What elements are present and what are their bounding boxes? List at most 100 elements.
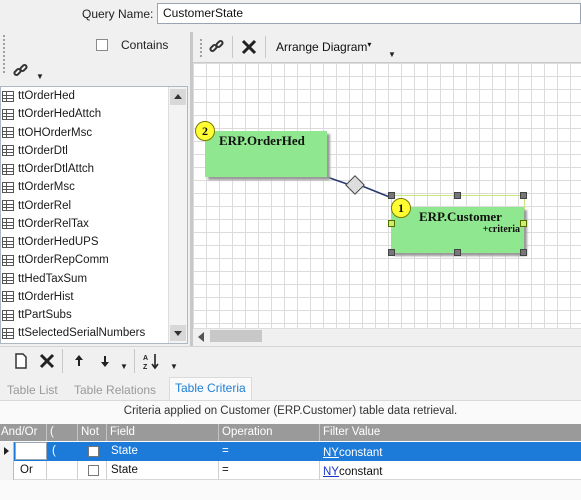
table-icon [2,273,14,285]
andor-cell[interactable] [15,442,47,460]
table-icon [2,181,14,193]
paren-cell[interactable]: ( [52,445,56,457]
resize-handle[interactable] [520,220,527,227]
tab-table-list[interactable]: Table List [7,383,58,397]
sort-icon[interactable]: AZ [142,352,166,371]
operation-cell[interactable]: = [222,464,229,476]
filter-value-link[interactable]: NY [323,466,339,478]
chevron-down-icon[interactable]: ▼ [120,362,128,371]
node-order-badge: 2 [195,121,215,141]
not-checkbox[interactable] [88,446,99,457]
resize-handle[interactable] [388,249,395,256]
chevron-down-icon[interactable]: ▼ [170,362,178,371]
table-icon [2,200,14,212]
filter-value-type: constant [338,447,383,459]
toolbar-separator [134,349,135,373]
not-checkbox[interactable] [88,465,99,476]
list-item[interactable]: ttOrderHedUPS [1,233,187,251]
list-item[interactable]: ttHedTaxSum [1,270,187,288]
move-down-icon[interactable] [96,352,114,370]
contains-checkbox[interactable] [96,39,108,51]
toolbar-separator [62,349,63,373]
resize-handle[interactable] [388,192,395,199]
current-row-icon [4,447,9,455]
table-icon [2,90,14,102]
table-icon [2,127,14,139]
table-icon [2,236,14,248]
column-header-andor[interactable]: And/Or [1,426,37,438]
toolbar-grip[interactable] [2,34,6,74]
list-item[interactable]: ttOrderRelTax [1,215,187,233]
toolbar-grip[interactable] [199,38,203,58]
move-up-icon[interactable] [70,352,88,370]
column-header-operation[interactable]: Operation [222,426,273,438]
close-icon[interactable] [240,38,258,56]
andor-cell[interactable]: Or [20,464,33,476]
column-separator [46,424,47,441]
arrange-diagram-button[interactable]: Arrange Diagram▾ [276,40,371,54]
chevron-down-icon[interactable]: ▼ [388,50,396,59]
list-item[interactable]: ttOrderRel [1,197,187,215]
field-cell[interactable]: State [111,464,138,476]
query-name-label: Query Name: [82,7,154,21]
list-item[interactable]: ttSelectedSerialNumbers [1,324,187,342]
toolbar-separator [265,36,266,58]
new-icon[interactable] [12,352,30,370]
resize-handle[interactable] [454,249,461,256]
scroll-left-button[interactable] [198,332,204,342]
resize-handle[interactable] [388,220,395,227]
list-item[interactable]: ttOHOrderMsc [1,124,187,142]
toolbar-separator [232,36,233,58]
scroll-thumb[interactable] [210,330,262,342]
list-item[interactable]: ttOrderDtl [1,142,187,160]
column-separator [77,424,78,441]
column-header-paren[interactable]: ( [50,426,54,438]
operation-cell[interactable]: = [222,445,229,457]
filter-value-cell[interactable]: NYconstant [323,466,382,478]
resize-handle[interactable] [520,249,527,256]
table-icon [2,218,14,230]
criteria-caption: Criteria applied on Customer (ERP.Custom… [123,405,458,417]
resize-handle[interactable] [520,192,527,199]
tab-table-criteria[interactable]: Table Criteria [169,377,252,400]
filter-value-link[interactable]: NY [323,447,339,459]
link-icon[interactable] [12,62,30,80]
table-icon [2,327,14,339]
column-header-filter-value[interactable]: Filter Value [323,426,380,438]
list-item[interactable]: ttOrderMsc [1,178,187,196]
table-icon [2,145,14,157]
grid-line [319,461,320,480]
contains-label: Contains [121,38,169,52]
list-item[interactable]: ttPartSubs [1,306,187,324]
delete-icon[interactable] [38,352,56,370]
list-item[interactable]: ttOrderHed [1,87,187,105]
table-list: ttOrderHed ttOrderHedAttch ttOHOrderMsc … [0,86,188,344]
resize-handle[interactable] [454,192,461,199]
grid-line [46,461,47,480]
query-name-input[interactable]: CustomerState [157,3,581,24]
column-header-field[interactable]: Field [110,426,135,438]
column-separator [106,424,107,441]
filter-value-type: constant [338,466,383,478]
chevron-down-icon[interactable]: ▼ [36,72,44,81]
scroll-up-button[interactable] [170,89,186,105]
column-header-not[interactable]: Not [81,426,99,438]
table-node-customer[interactable]: ERP.Customer +criteria [391,207,524,253]
tab-table-relations[interactable]: Table Relations [74,383,156,397]
list-item[interactable]: ttOrderHedAttch [1,105,187,123]
table-node-orderhed[interactable]: ERP.OrderHed [205,131,327,177]
list-item[interactable]: ttOrderRepComm [1,251,187,269]
list-item[interactable]: ttOrderDtlAttch [1,160,187,178]
link-icon[interactable] [208,38,226,56]
svg-text:Z: Z [143,364,148,370]
list-item[interactable]: ttOrderHist [1,288,187,306]
table-list-scrollbar[interactable] [168,87,187,343]
scroll-down-button[interactable] [170,325,186,341]
table-icon [2,108,14,120]
column-separator [319,424,320,441]
grid-line [77,461,78,480]
caret-icon: ▾ [367,40,372,49]
field-cell[interactable]: State [111,445,138,457]
filter-value-cell[interactable]: NYconstant [323,447,382,459]
column-separator [218,424,219,441]
